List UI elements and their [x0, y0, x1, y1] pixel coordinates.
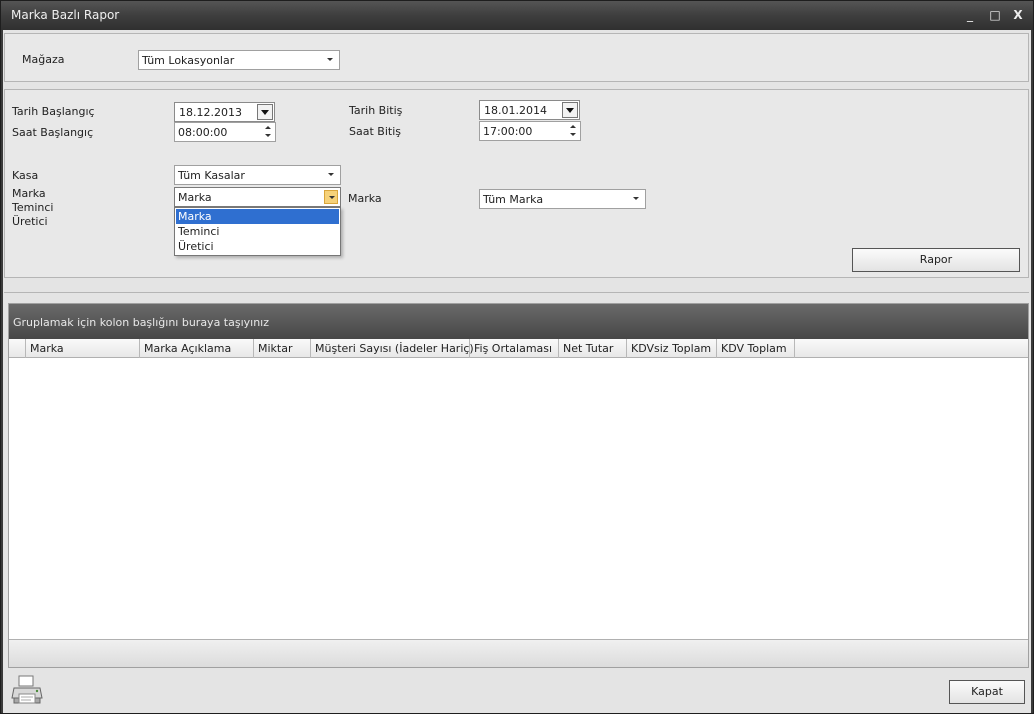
- dropdown-option-teminci[interactable]: Teminci: [176, 224, 339, 239]
- chevron-down-icon[interactable]: [324, 168, 338, 182]
- group-type-value: Marka: [178, 191, 212, 204]
- spin-down-icon[interactable]: [263, 132, 273, 140]
- column-header-fis-ortalamasi[interactable]: Fiş Ortalaması: [470, 339, 559, 358]
- row-indicator-header[interactable]: [9, 339, 26, 358]
- store-combo[interactable]: Tüm Lokasyonlar: [138, 50, 340, 70]
- column-header-row: Marka Marka Açıklama Miktar Müşteri Sayı…: [9, 339, 1028, 358]
- start-time-spin[interactable]: 08:00:00: [174, 122, 276, 142]
- start-time-label: Saat Başlangıç: [12, 126, 94, 139]
- printer-icon[interactable]: [10, 674, 44, 706]
- chevron-down-icon[interactable]: [324, 190, 338, 204]
- start-time-value: 08:00:00: [178, 126, 228, 139]
- window-title: Marka Bazlı Rapor: [11, 8, 120, 22]
- calendar-dropdown-icon[interactable]: [562, 102, 578, 118]
- group-label-teminci: Teminci: [12, 201, 54, 214]
- group-by-panel[interactable]: Gruplamak için kolon başlığını buraya ta…: [9, 304, 1028, 339]
- kasa-label: Kasa: [12, 169, 39, 182]
- spin-down-icon[interactable]: [568, 131, 578, 139]
- title-bar: Marka Bazlı Rapor _ □ X: [1, 1, 1033, 30]
- kasa-combo-value: Tüm Kasalar: [178, 169, 245, 182]
- start-date-value: 18.12.2013: [179, 106, 242, 119]
- report-button[interactable]: Rapor: [852, 248, 1020, 272]
- end-time-spin[interactable]: 17:00:00: [479, 121, 581, 141]
- marka-label: Marka: [348, 192, 382, 205]
- column-header-miktar[interactable]: Miktar: [254, 339, 311, 358]
- store-panel: Mağaza Tüm Lokasyonlar: [4, 33, 1029, 82]
- end-date-value: 18.01.2014: [484, 104, 547, 117]
- kasa-combo[interactable]: Tüm Kasalar: [174, 165, 341, 185]
- store-label: Mağaza: [22, 53, 65, 66]
- start-date-edit[interactable]: 18.12.2013: [174, 102, 275, 122]
- column-header-net-tutar[interactable]: Net Tutar: [559, 339, 627, 358]
- store-combo-value: Tüm Lokasyonlar: [142, 54, 235, 67]
- chevron-down-icon[interactable]: [323, 53, 337, 67]
- column-header-marka-aciklama[interactable]: Marka Açıklama: [140, 339, 254, 358]
- end-date-edit[interactable]: 18.01.2014: [479, 100, 580, 120]
- grid-footer: [9, 639, 1028, 667]
- column-header-musteri-sayisi[interactable]: Müşteri Sayısı (İadeler Hariç): [311, 339, 474, 358]
- start-date-label: Tarih Başlangıç: [12, 105, 95, 118]
- calendar-dropdown-icon[interactable]: [257, 104, 273, 120]
- dropdown-option-marka[interactable]: Marka: [176, 209, 339, 224]
- dropdown-option-uretici[interactable]: Üretici: [176, 239, 339, 254]
- end-date-label: Tarih Bitiş: [349, 104, 403, 117]
- minimize-button[interactable]: _: [961, 6, 979, 24]
- close-button[interactable]: Kapat: [949, 680, 1025, 704]
- column-header-kdvsiz-toplam[interactable]: KDVsiz Toplam: [627, 339, 717, 358]
- report-window: Marka Bazlı Rapor _ □ X Mağaza Tüm Lokas…: [0, 0, 1034, 714]
- group-type-combo[interactable]: Marka: [174, 187, 341, 207]
- splitter[interactable]: [4, 292, 1029, 293]
- maximize-button[interactable]: □: [986, 6, 1004, 24]
- spin-up-icon[interactable]: [263, 124, 273, 132]
- marka-combo[interactable]: Tüm Marka: [479, 189, 646, 209]
- column-header-kdv-toplam[interactable]: KDV Toplam: [717, 339, 795, 358]
- window-client: Mağaza Tüm Lokasyonlar Tarih Başlangıç 1…: [3, 30, 1031, 713]
- column-header-marka[interactable]: Marka: [26, 339, 140, 358]
- data-grid: Gruplamak için kolon başlığını buraya ta…: [8, 303, 1029, 668]
- spin-up-icon[interactable]: [568, 123, 578, 131]
- group-label-marka: Marka: [12, 187, 46, 200]
- end-time-label: Saat Bitiş: [349, 125, 401, 138]
- close-window-button[interactable]: X: [1009, 6, 1027, 24]
- group-type-dropdown: Marka Teminci Üretici: [174, 207, 341, 256]
- group-label-uretici: Üretici: [12, 215, 48, 228]
- group-by-hint: Gruplamak için kolon başlığını buraya ta…: [13, 316, 270, 329]
- chevron-down-icon[interactable]: [629, 192, 643, 206]
- end-time-value: 17:00:00: [483, 125, 533, 138]
- filter-panel: Tarih Başlangıç 18.12.2013 Tarih Bitiş 1…: [4, 89, 1029, 278]
- marka-combo-value: Tüm Marka: [483, 193, 544, 206]
